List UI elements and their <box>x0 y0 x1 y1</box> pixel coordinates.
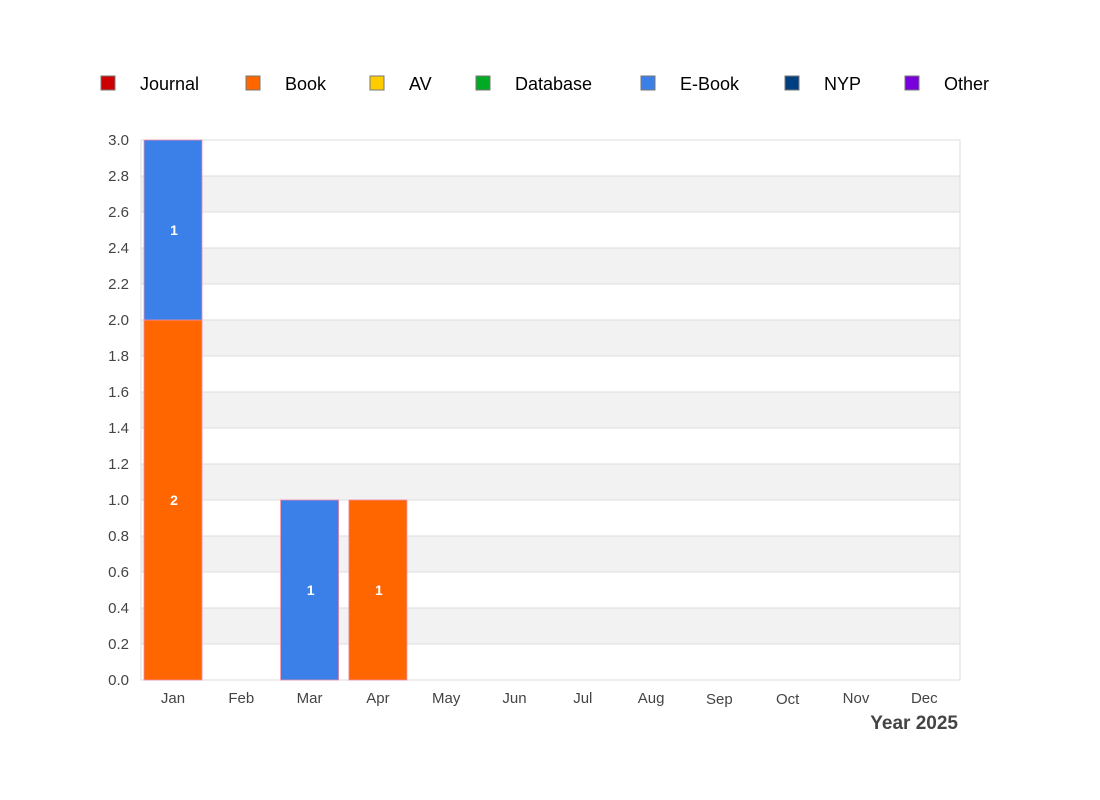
y-tick-label: 2.6 <box>108 204 129 221</box>
y-tick-label: 1.4 <box>108 420 129 437</box>
x-tick-label: Nov <box>843 690 870 707</box>
y-tick-label: 0.6 <box>108 564 129 581</box>
grid-band <box>141 608 960 644</box>
x-tick-label: Feb <box>228 690 254 707</box>
legend: Journal Book AV Database E-Book NYP Other <box>100 74 989 94</box>
legend-label: Book <box>285 74 327 94</box>
y-tick-label: 0.8 <box>108 528 129 545</box>
x-tick-label: Oct <box>776 691 800 708</box>
stacked-bar-chart: Journal Book AV Database E-Book NYP Other 0.00… <box>100 74 989 734</box>
y-tick-label: 3.0 <box>108 132 129 149</box>
grid-band <box>141 284 960 320</box>
grid-band <box>141 392 960 428</box>
x-tick-label: Jun <box>502 690 526 707</box>
x-tick-label: Sep <box>706 691 733 708</box>
y-tick-label: 0.2 <box>108 636 129 653</box>
y-tick-label: 0.0 <box>108 672 129 689</box>
x-axis: Jan Feb Mar Apr May Jun Jul Aug Sep Oct Nov Dec <box>161 690 938 708</box>
legend-label: Database <box>515 74 592 94</box>
legend-swatch <box>784 75 800 91</box>
grid-band <box>141 140 960 176</box>
grid-band <box>141 176 960 212</box>
legend-item-e-book[interactable]: E-Book <box>640 74 740 94</box>
y-axis: 0.0 0.2 0.4 0.6 0.8 1.0 1.2 1.4 1.6 1.8 2.0 2.2 2.4 2… <box>108 132 129 689</box>
y-tick-label: 1.0 <box>108 492 129 509</box>
x-tick-label: Mar <box>297 690 323 707</box>
x-tick-label: Dec <box>911 690 938 707</box>
data-label: 1 <box>170 222 178 238</box>
legend-label: Journal <box>140 74 199 94</box>
legend-swatch <box>904 75 920 91</box>
grid-band <box>141 500 960 536</box>
x-tick-label: Jan <box>161 690 185 707</box>
y-tick-label: 2.2 <box>108 276 129 293</box>
y-tick-label: 1.8 <box>108 348 129 365</box>
grid-band <box>141 644 960 680</box>
plot-background <box>140 139 961 681</box>
legend-swatch <box>640 75 656 91</box>
grid-band <box>141 212 960 248</box>
legend-label: NYP <box>824 74 861 94</box>
grid-band <box>141 428 960 464</box>
y-tick-label: 2.4 <box>108 240 129 257</box>
legend-item-other[interactable]: Other <box>904 74 989 94</box>
x-tick-label: Apr <box>366 690 389 707</box>
legend-item-journal[interactable]: Journal <box>100 74 199 94</box>
data-label: 1 <box>307 582 315 598</box>
grid-band <box>141 320 960 356</box>
legend-swatch <box>100 75 116 91</box>
legend-label: Other <box>944 74 989 94</box>
y-tick-label: 0.4 <box>108 600 129 617</box>
data-label: 2 <box>170 492 178 508</box>
grid-band <box>141 536 960 572</box>
legend-item-database[interactable]: Database <box>475 74 592 94</box>
x-tick-label: Jul <box>573 690 592 707</box>
y-tick-label: 2.0 <box>108 312 129 329</box>
legend-swatch <box>369 75 385 91</box>
y-tick-label: 1.2 <box>108 456 129 473</box>
legend-label: AV <box>409 74 432 94</box>
legend-swatch <box>475 75 491 91</box>
grid-band <box>141 572 960 608</box>
grid-band <box>141 356 960 392</box>
legend-label: E-Book <box>680 74 740 94</box>
grid-band <box>141 248 960 284</box>
x-tick-label: May <box>432 690 461 707</box>
legend-item-av[interactable]: AV <box>369 74 432 94</box>
legend-item-nyp[interactable]: NYP <box>784 74 861 94</box>
legend-item-book[interactable]: Book <box>245 74 327 94</box>
y-tick-label: 2.8 <box>108 168 129 185</box>
y-tick-label: 1.6 <box>108 384 129 401</box>
legend-swatch <box>245 75 261 91</box>
data-label: 1 <box>375 582 383 598</box>
grid-band <box>141 464 960 500</box>
x-tick-label: Aug <box>638 690 665 707</box>
x-axis-label: Year 2025 <box>870 713 958 734</box>
